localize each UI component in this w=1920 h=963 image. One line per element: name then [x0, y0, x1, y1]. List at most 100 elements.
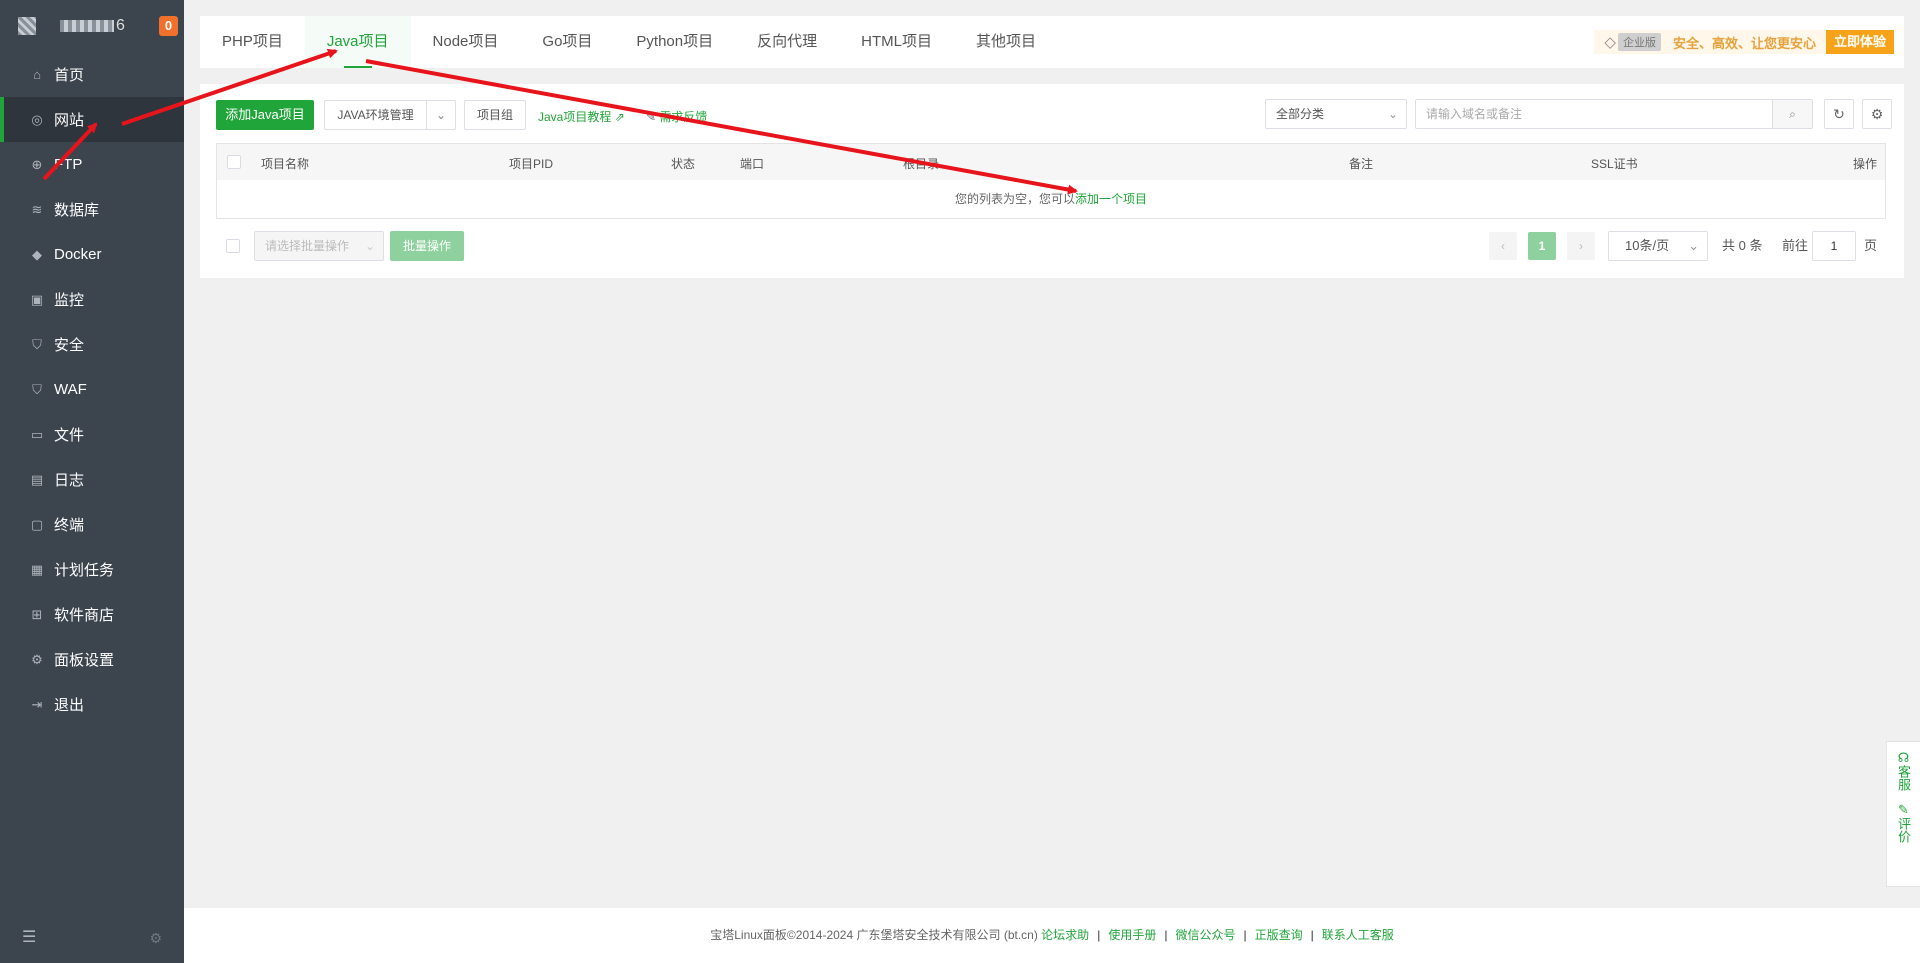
notification-badge[interactable]: 0: [159, 16, 178, 36]
edit-icon: ✎: [646, 110, 657, 124]
sidebar-item-6[interactable]: ⛉ 安全: [0, 322, 184, 367]
col-status: 状态: [671, 157, 696, 171]
java-env-dropdown[interactable]: JAVA环境管理 ⌄: [324, 100, 456, 130]
tab-2[interactable]: Node项目: [411, 16, 521, 68]
current-page[interactable]: 1: [1528, 232, 1556, 260]
col-port: 端口: [740, 157, 765, 171]
theme-settings-icon[interactable]: ⚙: [149, 930, 162, 947]
page-footer: 宝塔Linux面板©2014-2024 广东堡塔安全技术有限公司 (bt.cn)…: [184, 908, 1920, 963]
page-size-select[interactable]: 10条/页 ⌄: [1608, 231, 1708, 261]
sidebar-item-label: FTP: [54, 156, 83, 173]
globe-icon: ◎: [31, 111, 43, 127]
database-icon: ≋: [31, 201, 43, 217]
sidebar-item-label: 监控: [54, 292, 85, 309]
sidebar-item-10[interactable]: ▢ 终端: [0, 502, 184, 547]
select-all-checkbox[interactable]: [227, 155, 241, 169]
copyright: 宝塔Linux面板©2014-2024 广东堡塔安全技术有限公司 (bt.cn): [710, 928, 1038, 942]
customer-service-button[interactable]: ☊ 客服: [1887, 742, 1920, 794]
sidebar-item-13[interactable]: ⚙ 面板设置: [0, 637, 184, 682]
sidebar-item-0[interactable]: ⌂ 首页: [0, 52, 184, 97]
sidebar-item-2[interactable]: ⊕ FTP: [0, 142, 184, 187]
sidebar-item-1[interactable]: ◎ 网站: [0, 97, 184, 142]
category-select[interactable]: 全部分类 ⌄: [1265, 99, 1407, 129]
project-group-button[interactable]: 项目组: [464, 100, 526, 130]
tab-7[interactable]: 其他项目: [954, 16, 1058, 68]
col-action: 操作: [1852, 157, 1877, 171]
sidebar-item-8[interactable]: ▭ 文件: [0, 412, 184, 457]
tab-1[interactable]: Java项目: [304, 16, 411, 68]
footer-link[interactable]: 论坛求助: [1041, 928, 1089, 942]
sidebar-item-12[interactable]: ⊞ 软件商店: [0, 592, 184, 637]
footer-separator: |: [1164, 928, 1168, 942]
waf-shield-icon: ⛉: [32, 381, 42, 397]
add-java-project-button[interactable]: 添加Java项目: [216, 100, 314, 130]
edit-icon: ✎: [1898, 802, 1909, 817]
next-page-icon[interactable]: ›: [1567, 232, 1595, 260]
tab-6[interactable]: HTML项目: [839, 16, 954, 68]
brand[interactable]: 6 0: [0, 0, 184, 52]
sidebar-item-label: Docker: [54, 246, 102, 263]
footer-link[interactable]: 微信公众号: [1175, 928, 1235, 942]
col-ssl: SSL证书: [1591, 157, 1638, 171]
footer-link[interactable]: 正版查询: [1255, 928, 1303, 942]
folder-icon: ▭: [30, 426, 44, 442]
project-tabs: PHP项目 Java项目 Node项目 Go项目 Python项目 反向代理 HTML项目其…: [200, 16, 1904, 68]
batch-action-button[interactable]: 批量操作: [390, 231, 464, 261]
footer-separator: |: [1243, 928, 1247, 942]
settings-icon: ⚙: [31, 651, 43, 667]
project-table: 项目名称 项目PID 状态 端口 根目录 备注 SSL证书 操作 您的列表为空，…: [216, 143, 1886, 219]
chevron-down-icon[interactable]: ⌄: [427, 101, 455, 129]
collapse-menu-icon[interactable]: ☰: [22, 927, 36, 947]
sidebar-item-label: 数据库: [54, 202, 100, 219]
sidebar-item-7[interactable]: ⛉ WAF: [0, 367, 184, 412]
sidebar-item-5[interactable]: ▣ 监控: [0, 277, 184, 322]
external-link-icon: ⇗: [614, 110, 625, 124]
tab-0[interactable]: PHP项目: [200, 16, 305, 68]
review-button[interactable]: ✎ 评价: [1887, 794, 1920, 846]
footer-link[interactable]: 联系人工客服: [1322, 928, 1394, 942]
sidebar-item-11[interactable]: ▦ 计划任务: [0, 547, 184, 592]
java-env-button[interactable]: JAVA环境管理: [325, 101, 427, 129]
search-icon[interactable]: ⌕: [1772, 100, 1812, 128]
footer-separator: |: [1310, 928, 1314, 942]
batch-select[interactable]: 请选择批量操作 ⌄: [254, 231, 384, 261]
add-project-link[interactable]: 添加一个项目: [1075, 192, 1147, 206]
terminal-icon: ▢: [30, 516, 44, 532]
sidebar-nav: ⌂ 首页 ◎ 网站 ⊕ FTP ≋ 数据库 ◆ Docker ▣ 监控 ⛉ 安全 ⛉ WAF ▭ 文件 ▤ 日志 ▢ 终端…: [0, 52, 184, 727]
monitor-icon: ▣: [30, 291, 44, 307]
enterprise-promo[interactable]: ◇ 企业版 安全、高效、让您更安心 立即体验: [1594, 30, 1894, 54]
sidebar-item-label: 网站: [54, 112, 85, 129]
sidebar-bottom: ☰ ⚙: [0, 873, 184, 963]
try-now-button[interactable]: 立即体验: [1825, 30, 1894, 54]
search-input[interactable]: 请输入域名或备注 ⌕: [1415, 99, 1813, 129]
sidebar-item-label: 面板设置: [54, 652, 115, 669]
refresh-icon[interactable]: ↻: [1824, 99, 1854, 129]
column-settings-icon[interactable]: ⚙: [1862, 99, 1892, 129]
prev-page-icon[interactable]: ‹: [1489, 232, 1517, 260]
calendar-icon: ▦: [30, 561, 44, 577]
table-footer: 请选择批量操作 ⌄ 批量操作 ‹ 1 › 10条/页 ⌄ 共 0 条 前往 1 页: [216, 231, 1886, 263]
goto-page-input[interactable]: 1: [1812, 231, 1856, 261]
tab-5[interactable]: 反向代理: [735, 16, 839, 68]
sidebar-item-label: 计划任务: [54, 562, 115, 579]
tab-4[interactable]: Python项目: [614, 16, 735, 68]
empty-row: 您的列表为空，您可以添加一个项目: [954, 192, 1148, 206]
footer-link[interactable]: 使用手册: [1108, 928, 1156, 942]
feedback-link[interactable]: ✎ 需求反馈: [646, 108, 707, 125]
batch-checkbox[interactable]: [226, 239, 240, 253]
sidebar-item-3[interactable]: ≋ 数据库: [0, 187, 184, 232]
java-tutorial-link[interactable]: Java项目教程 ⇗: [538, 108, 625, 125]
sidebar-item-label: 安全: [54, 337, 85, 354]
sidebar-item-label: 终端: [54, 517, 85, 534]
sidebar-item-4[interactable]: ◆ Docker: [0, 232, 184, 277]
footer-separator: |: [1097, 928, 1101, 942]
sidebar-item-9[interactable]: ▤ 日志: [0, 457, 184, 502]
sidebar-item-label: 日志: [54, 472, 85, 489]
col-name[interactable]: 项目名称: [261, 155, 309, 172]
sidebar-item-label: 首页: [54, 67, 85, 84]
goto-label: 前往: [1782, 238, 1809, 253]
ftp-icon: ⊕: [31, 156, 43, 172]
sidebar-item-14[interactable]: ⇥ 退出: [0, 682, 184, 727]
tab-3[interactable]: Go项目: [520, 16, 614, 68]
col-root: 根目录: [903, 157, 940, 171]
